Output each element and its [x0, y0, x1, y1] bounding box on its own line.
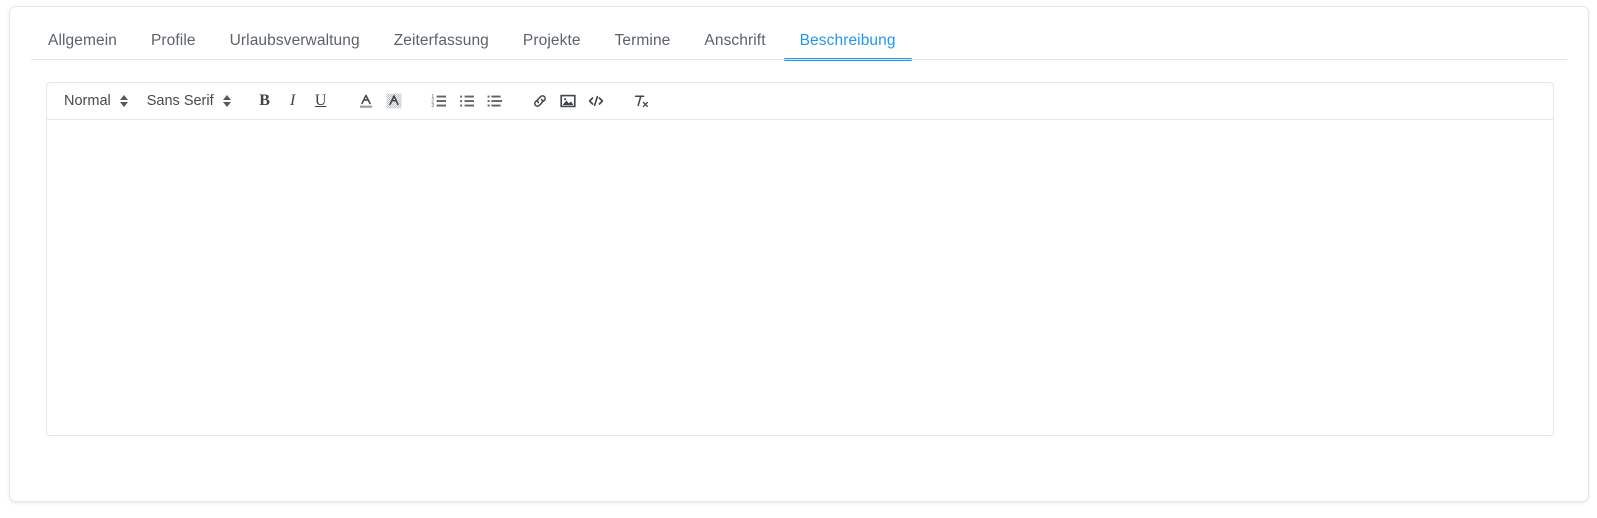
tab-bar: Allgemein Profile Urlaubsverwaltung Zeit…	[10, 7, 1588, 61]
code-icon	[588, 95, 603, 107]
updown-chevron-icon	[119, 95, 128, 107]
underline-button[interactable]: U	[307, 88, 335, 114]
ordered-list-icon: 1 2 3	[431, 94, 446, 109]
color-group	[352, 88, 408, 114]
settings-card: Allgemein Profile Urlaubsverwaltung Zeit…	[9, 6, 1589, 502]
background-color-button[interactable]	[380, 88, 408, 114]
tab-termine[interactable]: Termine	[598, 32, 688, 60]
tab-profile[interactable]: Profile	[134, 32, 213, 60]
ordered-list-button[interactable]: 1 2 3	[425, 88, 453, 114]
tab-beschreibung[interactable]: Beschreibung	[783, 32, 913, 61]
text-color-button[interactable]	[352, 88, 380, 114]
tab-projekte[interactable]: Projekte	[506, 32, 598, 60]
italic-icon: I	[289, 92, 296, 109]
text-color-icon	[359, 94, 372, 108]
text-style-group: B I U	[251, 88, 335, 114]
underline-icon: U	[314, 92, 327, 109]
align-left-icon	[487, 95, 502, 107]
image-button[interactable]	[554, 88, 582, 114]
image-icon	[560, 94, 576, 108]
rich-text-editor: Normal Sans Serif B I U 1 2 3	[46, 82, 1554, 436]
tab-zeiterfassung[interactable]: Zeiterfassung	[377, 32, 506, 60]
header-style-select[interactable]: Normal	[58, 88, 131, 114]
background-color-icon	[386, 93, 402, 109]
italic-button[interactable]: I	[279, 88, 307, 114]
bullet-list-button[interactable]	[453, 88, 481, 114]
tab-anschrift[interactable]: Anschrift	[687, 32, 782, 60]
editor-content-area[interactable]	[46, 120, 1554, 436]
font-family-value: Sans Serif	[146, 93, 214, 109]
tab-allgemein[interactable]: Allgemein	[31, 32, 134, 60]
clear-formatting-icon	[634, 95, 648, 108]
code-block-button[interactable]	[582, 88, 610, 114]
link-button[interactable]	[526, 88, 554, 114]
font-family-select[interactable]: Sans Serif	[141, 88, 234, 114]
bold-button[interactable]: B	[251, 88, 279, 114]
tab-urlaubsverwaltung[interactable]: Urlaubsverwaltung	[213, 32, 377, 60]
svg-text:3: 3	[431, 103, 434, 109]
editor-toolbar: Normal Sans Serif B I U 1 2 3	[46, 82, 1554, 120]
link-icon	[533, 95, 546, 107]
list-align-group: 1 2 3	[425, 88, 509, 114]
align-button[interactable]	[481, 88, 509, 114]
clear-formatting-button[interactable]	[627, 88, 655, 114]
tab-divider	[31, 59, 1567, 60]
header-style-value: Normal	[64, 93, 111, 109]
bold-icon: B	[259, 92, 270, 109]
clear-group	[627, 88, 655, 114]
updown-chevron-icon	[222, 95, 231, 107]
bullet-list-icon	[459, 95, 474, 107]
insert-group	[526, 88, 610, 114]
